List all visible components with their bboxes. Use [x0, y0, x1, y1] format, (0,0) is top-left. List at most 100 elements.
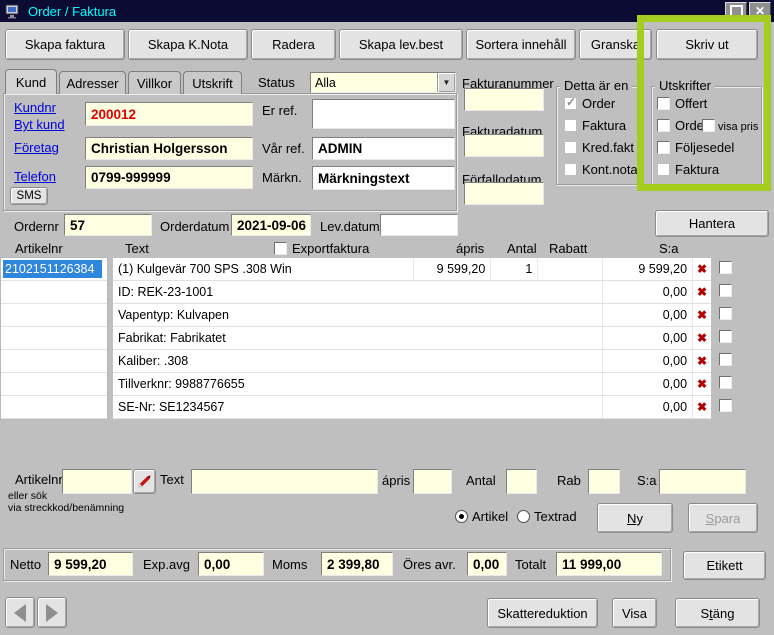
table-row[interactable]: Fabrikat: Fabrikatet 0,00 ✖ — [113, 327, 711, 350]
sortera-innehall-button[interactable]: Sortera innehåll — [466, 29, 576, 60]
faktura-print-label: Faktura — [675, 162, 719, 177]
entry-text-field[interactable] — [191, 469, 378, 494]
visa-button[interactable]: Visa — [612, 598, 657, 628]
prev-order-button[interactable] — [5, 597, 35, 628]
netto-field: 9 599,20 — [48, 552, 133, 576]
row-checkbox[interactable] — [719, 353, 732, 366]
hantera-button[interactable]: Hantera — [655, 210, 769, 237]
row-checkbox[interactable] — [719, 376, 732, 389]
table-row[interactable]: Tillverknr: 9988776655 0,00 ✖ — [113, 373, 711, 396]
eller-sok-label: eller sök — [8, 490, 47, 502]
telefon-link[interactable]: Telefon — [14, 169, 56, 184]
table-row[interactable]: ID: REK-23-1001 0,00 ✖ — [113, 281, 711, 304]
entry-apris-field[interactable] — [413, 469, 452, 494]
stang-button[interactable]: Stäng — [675, 598, 760, 628]
order-print-checkbox[interactable] — [657, 119, 670, 132]
textrad-radio[interactable] — [517, 510, 530, 523]
item-sa: 0,00 — [603, 396, 692, 418]
artikelnr-cell[interactable] — [1, 304, 107, 327]
orderdatum-field[interactable]: 2021-09-06 — [231, 214, 311, 236]
entry-antal-label: Antal — [466, 473, 496, 488]
entry-artikelnr-field[interactable] — [62, 469, 132, 494]
delete-row-icon[interactable]: ✖ — [692, 304, 711, 326]
table-row[interactable]: SE-Nr: SE1234567 0,00 ✖ — [113, 396, 711, 419]
delete-row-icon[interactable]: ✖ — [692, 373, 711, 395]
var-ref-field[interactable]: ADMIN — [312, 137, 455, 160]
tab-adresser[interactable]: Adresser — [59, 71, 126, 94]
skapa-knota-button[interactable]: Skapa K.Nota — [128, 29, 248, 60]
tab-kund[interactable]: Kund — [5, 69, 57, 94]
byt-kund-link[interactable]: Byt kund — [14, 117, 65, 132]
foljesedel-checkbox[interactable] — [657, 141, 670, 154]
markn-field[interactable]: Märkningstext — [312, 166, 455, 190]
status-dropdown[interactable]: Alla ▼ — [310, 72, 456, 93]
foretag-link[interactable]: Företag — [14, 140, 59, 155]
item-apris: 9 599,20 — [414, 258, 491, 280]
granska-button[interactable]: Granska — [579, 29, 652, 60]
table-row[interactable]: (1) Kulgevär 700 SPS .308 Win 9 599,20 1… — [113, 258, 711, 281]
moms-label: Moms — [272, 557, 307, 572]
artikelnr-cell[interactable] — [1, 350, 107, 373]
skriv-ut-button[interactable]: Skriv ut — [656, 29, 758, 60]
ordernr-field[interactable]: 57 — [64, 214, 152, 236]
artikelnr-cell[interactable] — [1, 327, 107, 350]
entry-antal-field[interactable] — [506, 469, 537, 494]
entry-sa-label: S:a — [637, 473, 657, 488]
etikett-button[interactable]: Etikett — [683, 551, 766, 580]
er-ref-field[interactable] — [312, 99, 455, 129]
kredfakt-type-label: Kred.fakt — [582, 140, 634, 155]
skapa-faktura-button[interactable]: Skapa faktura — [5, 29, 125, 60]
sms-button[interactable]: SMS — [10, 187, 48, 205]
row-checkbox[interactable] — [719, 307, 732, 320]
row-checkbox[interactable] — [719, 284, 732, 297]
delete-row-icon[interactable]: ✖ — [692, 350, 711, 372]
entry-sa-field[interactable] — [659, 469, 746, 494]
barcode-pen-button[interactable] — [133, 469, 156, 494]
fakturadatum-field[interactable] — [464, 134, 544, 157]
skattereduktion-button[interactable]: Skattereduktion — [487, 598, 598, 628]
artikelnr-cell[interactable]: 2102151126384 — [1, 258, 107, 281]
radera-button[interactable]: Radera — [251, 29, 336, 60]
delete-row-icon[interactable]: ✖ — [692, 281, 711, 303]
utskrifter-title: Utskrifter — [655, 78, 715, 93]
telefon-field[interactable]: 0799-999999 — [85, 166, 253, 189]
kundnr-field[interactable]: 200012 — [85, 102, 253, 126]
artikelnr-cell[interactable] — [1, 396, 107, 419]
row-checkbox[interactable] — [719, 261, 732, 274]
row-checkbox[interactable] — [719, 330, 732, 343]
tab-villkor[interactable]: Villkor — [128, 71, 181, 94]
oresavr-label: Öres avr. — [403, 557, 456, 572]
delete-row-icon[interactable]: ✖ — [692, 327, 711, 349]
forfallodatum-field[interactable] — [464, 182, 544, 205]
fakturanummer-field[interactable] — [464, 88, 544, 111]
exportfaktura-checkbox[interactable] — [274, 242, 287, 255]
textrad-radio-label: Textrad — [534, 509, 577, 524]
foljesedel-label: Följesedel — [675, 140, 734, 155]
close-button[interactable]: ✕ — [749, 2, 771, 20]
table-row[interactable]: Kaliber: .308 0,00 ✖ — [113, 350, 711, 373]
artikel-radio[interactable] — [455, 510, 468, 523]
tab-utskrift[interactable]: Utskrift — [183, 71, 242, 94]
next-order-button[interactable] — [37, 597, 67, 628]
artikelnr-cell[interactable] — [1, 373, 107, 396]
visa-pris-checkbox[interactable] — [702, 119, 715, 132]
skapa-levbest-button[interactable]: Skapa lev.best — [339, 29, 463, 60]
levdatum-field[interactable] — [380, 214, 458, 236]
delete-row-icon[interactable]: ✖ — [692, 258, 711, 280]
artikelnr-cell[interactable] — [1, 281, 107, 304]
spara-button[interactable]: Spara — [688, 503, 758, 533]
item-sa: 0,00 — [603, 373, 692, 395]
chevron-down-icon[interactable]: ▼ — [437, 73, 455, 92]
arrow-right-icon — [46, 604, 58, 622]
kundnr-link[interactable]: Kundnr — [14, 100, 56, 115]
item-sa: 0,00 — [603, 304, 692, 326]
maximize-button[interactable] — [725, 2, 747, 20]
foretag-field[interactable]: Christian Holgersson — [85, 137, 253, 160]
table-row[interactable]: Vapentyp: Kulvapen 0,00 ✖ — [113, 304, 711, 327]
delete-row-icon[interactable]: ✖ — [692, 396, 711, 418]
entry-rab-field[interactable] — [588, 469, 620, 494]
row-checkbox[interactable] — [719, 399, 732, 412]
offert-checkbox[interactable] — [657, 97, 670, 110]
ny-button[interactable]: Ny — [597, 503, 673, 533]
rabatt-header: Rabatt — [549, 241, 587, 256]
